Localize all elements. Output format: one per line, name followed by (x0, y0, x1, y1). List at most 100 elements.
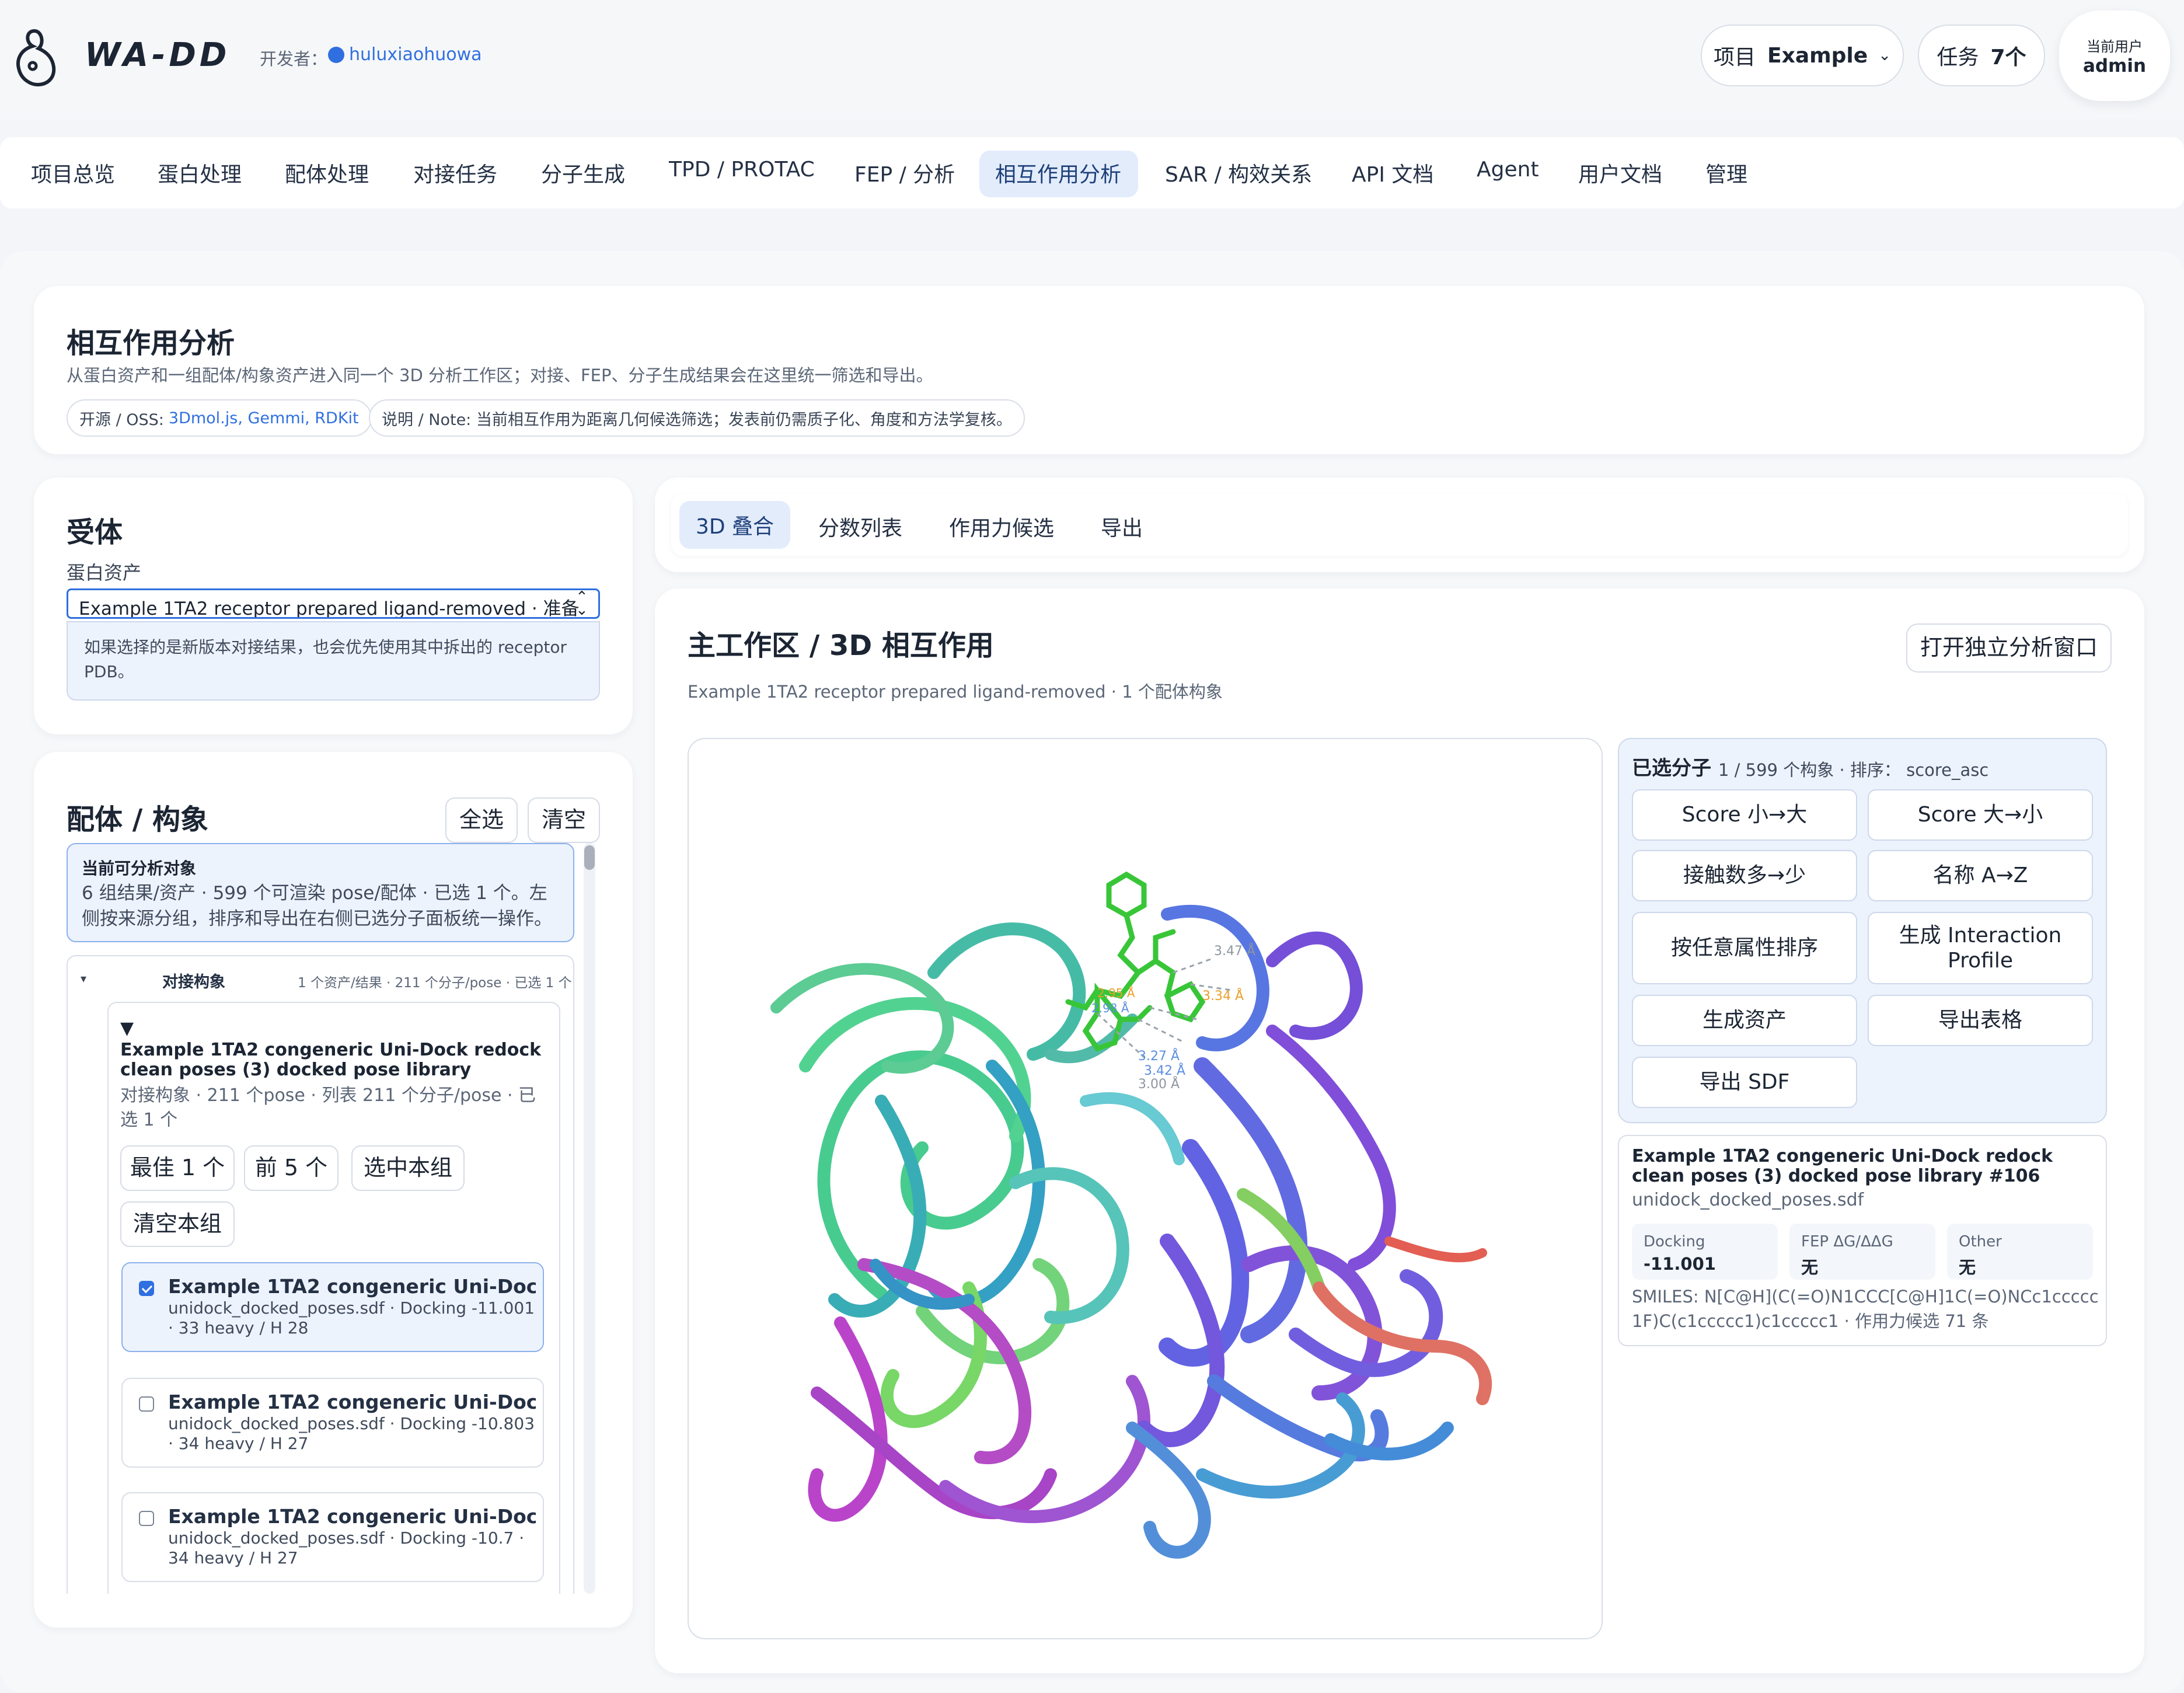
stat-value: -11.001 (1644, 1254, 1716, 1274)
sort-name-button[interactable]: 名称 A→Z (1868, 850, 2093, 901)
export-table-button[interactable]: 导出表格 (1868, 995, 2093, 1046)
pose-title: Example 1TA2 congeneric Uni-Dock ... (168, 1505, 536, 1528)
developer-link[interactable]: huluxiaohuowa (349, 44, 482, 65)
distance-label: 2.95 Å (1097, 986, 1135, 1000)
select-arrows-icon: ⌃ ⌄ (575, 588, 588, 619)
workspace-subtitle: Example 1TA2 receptor prepared ligand-re… (688, 682, 1223, 702)
nav-item-tpd[interactable]: TPD / PROTAC (669, 158, 815, 182)
stat-value: 无 (1801, 1257, 1819, 1277)
nav-item-agent[interactable]: Agent (1477, 158, 1539, 182)
stat-fep: FEP ΔG/ΔΔG 无 (1789, 1224, 1935, 1280)
sort-score-desc-button[interactable]: Score 大→小 (1868, 789, 2093, 841)
clear-group-button[interactable]: 清空本组 (120, 1201, 235, 1247)
pose-title: Example 1TA2 congeneric Uni-Dock ... (168, 1275, 536, 1298)
stat-label: FEP ΔG/ΔΔG (1801, 1233, 1893, 1250)
scrollbar-thumb[interactable] (584, 845, 595, 870)
pose-checkbox[interactable] (139, 1281, 154, 1296)
pose-checkbox[interactable] (139, 1511, 154, 1526)
distance-label: 3.27 Å (1138, 1048, 1180, 1064)
oss-label: 开源 / OSS: (79, 410, 164, 429)
sort-any-property-button[interactable]: 按任意属性排序 (1632, 912, 1857, 984)
interaction-profile-button[interactable]: 生成 Interaction Profile (1868, 912, 2093, 984)
note-tag: 说明 / Note: 当前相互作用为距离几何候选筛选；发表前仍需质子化、角度和方… (369, 399, 1025, 437)
nav-item-docs[interactable]: 用户文档 (1578, 158, 1662, 188)
nav-item-overview[interactable]: 项目总览 (31, 158, 115, 188)
user-label: 当前用户 (2087, 39, 2143, 55)
nav-item-admin[interactable]: 管理 (1705, 158, 1747, 188)
protein-asset-select[interactable]: Example 1TA2 receptor prepared ligand-re… (67, 588, 600, 619)
tab-3d-overlay[interactable]: 3D 叠合 (679, 501, 790, 549)
pose-item[interactable]: Example 1TA2 congeneric Uni-Dock ... uni… (121, 1262, 544, 1352)
best-1-button[interactable]: 最佳 1 个 (120, 1145, 235, 1191)
distance-label: 3.34 Å (1202, 988, 1244, 1004)
tab-export[interactable]: 导出 (1101, 511, 1143, 542)
stat-label: Other (1959, 1233, 2002, 1250)
user-name: admin (2082, 55, 2147, 76)
receptor-title: 受体 (67, 516, 123, 549)
group-meta: 1 个资产/结果 · 211 个分子/pose · 已选 1 个 (298, 976, 572, 991)
nav-item-ligand[interactable]: 配体处理 (285, 158, 369, 188)
github-icon (328, 47, 344, 63)
page-description: 从蛋白资产和一组配体/构象资产进入同一个 3D 分析工作区；对接、FEP、分子生… (67, 365, 933, 385)
distance-label: 3.47 Å (1214, 943, 1255, 959)
stat-other: Other 无 (1947, 1224, 2093, 1280)
pose-item[interactable]: Example 1TA2 congeneric Uni-Dock ... uni… (121, 1378, 544, 1468)
summary-title: 当前可分析对象 (82, 859, 197, 878)
tasks-count: 7个 (1990, 46, 2026, 69)
clear-button[interactable]: 清空 (528, 797, 600, 843)
nav-item-fep[interactable]: FEP / 分析 (854, 158, 955, 188)
ligand-title: 配体 / 构象 (67, 803, 208, 836)
oss-links[interactable]: 3Dmol.js, Gemmi, RDKit (169, 409, 359, 427)
ligand-list-fade (67, 1594, 592, 1628)
project-selector[interactable]: 项目 Example ⌄ (1701, 25, 1904, 86)
developer-label: 开发者： (260, 49, 328, 69)
tab-interaction-candidates[interactable]: 作用力候选 (949, 511, 1054, 542)
stat-docking: Docking -11.001 (1632, 1224, 1778, 1280)
tasks-label: 任务 (1937, 46, 1979, 69)
select-group-button[interactable]: 选中本组 (351, 1145, 465, 1191)
select-all-button[interactable]: 全选 (445, 797, 518, 843)
sort-score-asc-button[interactable]: Score 小→大 (1632, 789, 1857, 841)
scrollbar-track[interactable] (584, 843, 595, 1594)
nav-item-api[interactable]: API 文档 (1352, 158, 1433, 188)
molecule-title: Example 1TA2 congeneric Uni-Dock redock … (1632, 1146, 2053, 1186)
open-window-button[interactable]: 打开独立分析窗口 (1906, 623, 2112, 673)
nav-item-generation[interactable]: 分子生成 (541, 158, 625, 188)
project-value: Example (1767, 43, 1868, 68)
protein-ribbon-render: 3.47 Å 3.34 Å 2.95 Å 2.98 Å 3.27 Å 3.42 … (770, 871, 1492, 1559)
protein-asset-value: Example 1TA2 receptor prepared ligand-re… (79, 598, 580, 619)
pose-item[interactable]: Example 1TA2 congeneric Uni-Dock ... uni… (121, 1492, 544, 1582)
nav-item-docking[interactable]: 对接任务 (413, 158, 497, 188)
receptor-hint: 如果选择的是新版本对接结果，也会优先使用其中拆出的 receptor PDB。 (67, 621, 600, 701)
nav-item-sar[interactable]: SAR / 构效关系 (1165, 158, 1312, 188)
tab-score-list[interactable]: 分数列表 (818, 511, 902, 542)
stat-label: Docking (1644, 1233, 1705, 1250)
distance-label: 2.98 Å (1091, 1001, 1129, 1015)
brand-logo: WA-DD (85, 36, 231, 74)
library-title: Example 1TA2 congeneric Uni-Dock redock … (120, 1040, 542, 1080)
generate-asset-button[interactable]: 生成资产 (1632, 995, 1857, 1046)
summary-text: 6 组结果/资产 · 599 个可渲染 pose/配体 · 已选 1 个。左侧按… (82, 883, 552, 929)
user-badge[interactable]: 当前用户 admin (2059, 11, 2170, 101)
library-meta: 对接构象 · 211 个pose · 列表 211 个分子/pose · 已选 … (120, 1085, 536, 1130)
export-sdf-button[interactable]: 导出 SDF (1632, 1057, 1857, 1108)
nav-item-interaction[interactable]: 相互作用分析 (995, 158, 1121, 188)
pose-title: Example 1TA2 congeneric Uni-Dock ... (168, 1391, 536, 1413)
nav-item-protein[interactable]: 蛋白处理 (158, 158, 242, 188)
group-toggle-icon[interactable]: ▾ (81, 971, 86, 985)
3d-viewer[interactable]: 3.47 Å 3.34 Å 2.95 Å 2.98 Å 3.27 Å 3.42 … (688, 738, 1603, 1639)
molecule-smiles: SMILES: N[C@H](C(=O)N1CCC[C@H]1C(=O)NCc1… (1632, 1287, 2099, 1331)
sort-contacts-button[interactable]: 接触数多→少 (1632, 850, 1857, 901)
logo-icon[interactable] (8, 26, 61, 90)
pose-checkbox[interactable] (139, 1396, 154, 1412)
molecule-file: unidock_docked_poses.sdf (1632, 1190, 1864, 1210)
pose-detail: unidock_docked_poses.sdf · Docking -11.0… (168, 1298, 535, 1337)
top-5-button[interactable]: 前 5 个 (244, 1145, 339, 1191)
page-title: 相互作用分析 (67, 327, 235, 360)
protein-asset-label: 蛋白资产 (67, 562, 142, 584)
distance-label: 3.42 Å (1144, 1063, 1185, 1078)
tasks-button[interactable]: 任务 7个 (1918, 25, 2045, 86)
library-toggle-icon[interactable]: ▼ (120, 1018, 134, 1039)
oss-tag: 开源 / OSS: 3Dmol.js, Gemmi, RDKit (67, 399, 372, 437)
chevron-down-icon: ⌄ (1878, 47, 1891, 64)
